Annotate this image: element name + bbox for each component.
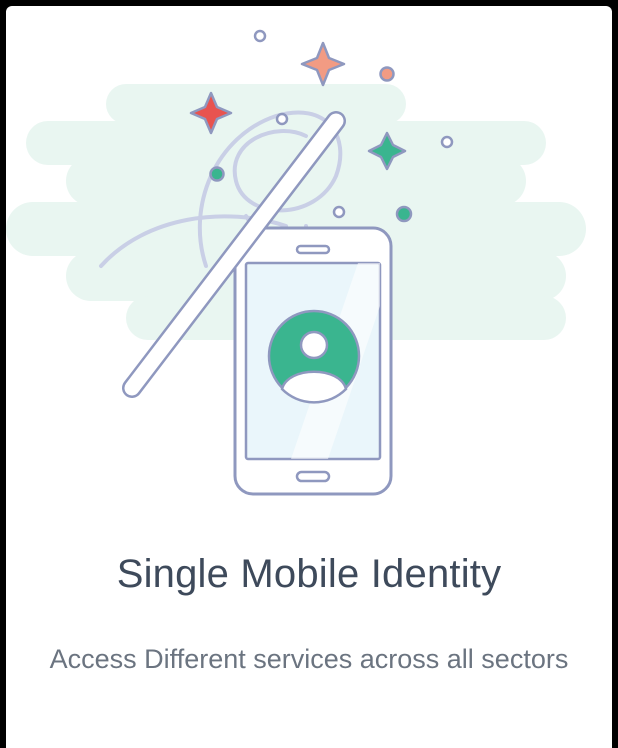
page-title: Single Mobile Identity [116, 552, 502, 596]
screen: Single Mobile Identity Access Different … [0, 0, 618, 748]
onboarding-card: Single Mobile Identity Access Different … [6, 6, 612, 748]
user-avatar-icon [267, 309, 361, 404]
page-subtitle: Access Different services across all sec… [49, 644, 569, 674]
onboarding-illustration [6, 29, 586, 496]
